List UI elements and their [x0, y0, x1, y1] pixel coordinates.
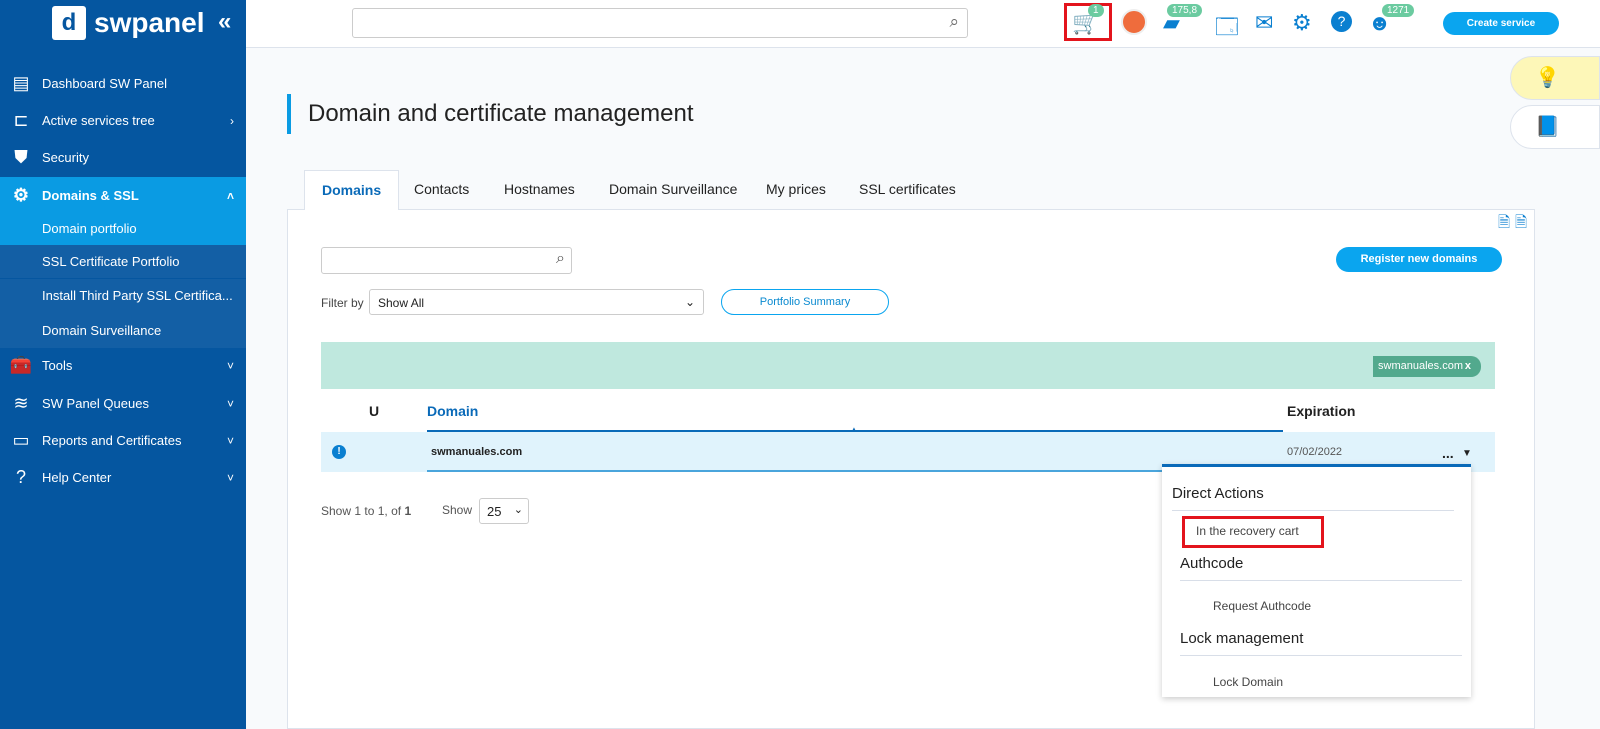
sidebar-item-label: Help Center — [42, 470, 112, 485]
menu-heading-direct-actions: Direct Actions — [1172, 485, 1264, 502]
column-domain[interactable]: Domain — [427, 403, 478, 419]
chevron-down-icon: ˅ — [226, 396, 234, 411]
chip-label: swmanuales.com — [1378, 360, 1463, 372]
more-actions-button[interactable]: ... — [1442, 445, 1454, 461]
logo[interactable]: d swpanel — [52, 6, 204, 40]
sidebar-item-tools[interactable]: 🧰 Tools ˅ — [0, 347, 246, 384]
sidebar-subitem-domain-portfolio[interactable]: Domain portfolio — [0, 212, 246, 245]
help-icon[interactable]: ? — [1331, 11, 1352, 32]
mail-icon[interactable]: ✉ — [1255, 10, 1273, 36]
chevron-up-icon: ˄ — [226, 188, 234, 203]
filter-select[interactable]: Show All ⌄ — [369, 289, 704, 315]
sidebar-item-label: Tools — [42, 358, 73, 373]
toolbox-icon: 🧰 — [9, 355, 33, 375]
certificate-icon: ▭ — [12, 430, 30, 450]
create-service-button[interactable]: Create service — [1443, 12, 1559, 35]
wallet-badge: 175,8 — [1167, 4, 1203, 17]
filter-label: Filter by — [321, 296, 364, 310]
global-search-input[interactable]: ⌕ — [352, 8, 968, 38]
chevron-down-icon: ⌄ — [684, 295, 695, 309]
browser-search-icon[interactable]: 🗔 — [1215, 10, 1239, 48]
pagination-summary: Show 1 to 1, of 1 — [321, 504, 412, 518]
domain-search-input[interactable]: ⌕ — [321, 247, 572, 274]
shield-icon: ⛊ — [14, 147, 28, 167]
tree-icon: ⊏ — [13, 110, 29, 130]
chip-close-icon[interactable]: x — [1465, 356, 1471, 377]
sidebar-item-label: Active services tree — [42, 113, 155, 128]
search-icon[interactable]: ⌕ — [556, 250, 565, 268]
sidebar-item-label: Reports and Certificates — [42, 433, 182, 448]
page-size-label: Show — [442, 503, 473, 517]
menu-item-lock-domain[interactable]: Lock Domain — [1213, 675, 1283, 689]
gear-icon[interactable]: ⚙ — [1292, 10, 1312, 36]
sidebar-item-label: Dashboard SW Panel — [42, 76, 168, 91]
sidebar-item-reports[interactable]: ▭ Reports and Certificates ˅ — [0, 422, 246, 459]
domain-cell[interactable]: swmanuales.com — [431, 446, 522, 458]
menu-item-recovery-cart[interactable]: In the recovery cart — [1196, 524, 1299, 538]
column-u[interactable]: U — [369, 403, 379, 419]
collapse-sidebar-icon[interactable]: « — [218, 8, 231, 36]
avatar[interactable] — [1121, 9, 1147, 35]
export-verified-icon[interactable]: 🗎 — [1515, 212, 1527, 237]
support-badge: 1271 — [1382, 4, 1415, 17]
chevron-right-icon: › — [230, 113, 234, 128]
sidebar: d swpanel « ▤ Dashboard SW Panel ⊏ Active s… — [0, 0, 246, 729]
chevron-down-icon: ˅ — [226, 433, 234, 448]
sidebar-item-dashboard[interactable]: ▤ Dashboard SW Panel — [0, 65, 246, 102]
cart-badge: 1 — [1088, 4, 1104, 17]
gear-www-icon: ⚙ — [12, 185, 30, 205]
column-expiration[interactable]: Expiration — [1287, 403, 1355, 419]
title-accent — [287, 94, 291, 134]
tab-my-prices[interactable]: My prices — [749, 170, 843, 210]
sidebar-subitem-domain-surveillance[interactable]: Domain Surveillance — [0, 312, 246, 348]
register-new-domains-button[interactable]: Register new domains — [1336, 247, 1502, 272]
sidebar-item-active-services-tree[interactable]: ⊏ Active services tree › — [0, 102, 246, 139]
dashboard-icon: ▤ — [12, 73, 30, 93]
filter-value: Show All — [378, 296, 425, 310]
tab-domain-surveillance[interactable]: Domain Surveillance — [592, 170, 754, 210]
logo-text: swpanel — [94, 7, 205, 38]
logo-mark: d — [52, 6, 86, 40]
sidebar-item-domains-ssl[interactable]: ⚙ Domains & SSL ˄ — [0, 177, 246, 214]
chevron-down-icon: ˅ — [226, 358, 234, 373]
book-search-icon[interactable]: 📘 — [1510, 105, 1600, 149]
chevron-down-icon: ⌄ — [513, 504, 523, 516]
tab-hostnames[interactable]: Hostnames — [487, 170, 592, 210]
page-title: Domain and certificate management — [308, 100, 694, 127]
sidebar-item-security[interactable]: ⛊ Security — [0, 139, 246, 176]
actions-dropdown-menu: Direct Actions In the recovery cart Auth… — [1162, 464, 1471, 697]
menu-heading-authcode: Authcode — [1180, 555, 1244, 572]
menu-heading-lock-management: Lock management — [1180, 630, 1304, 647]
menu-item-request-authcode[interactable]: Request Authcode — [1213, 599, 1311, 613]
filter-chip-bar — [321, 342, 1495, 389]
export-document-icon[interactable]: 🗎 — [1498, 212, 1510, 237]
sidebar-subitem-ssl-portfolio[interactable]: SSL Certificate Portfolio — [0, 245, 246, 278]
sidebar-item-label: Domains & SSL — [42, 188, 139, 203]
portfolio-summary-button[interactable]: Portfolio Summary — [721, 289, 889, 315]
tab-contacts[interactable]: Contacts — [397, 170, 486, 210]
sidebar-item-label: SW Panel Queues — [42, 396, 149, 411]
page-size-select[interactable]: 25 ⌄ — [479, 498, 529, 524]
caret-down-icon[interactable]: ▼ — [1462, 448, 1472, 459]
sidebar-item-queues[interactable]: ≋ SW Panel Queues ˅ — [0, 385, 246, 422]
chevron-down-icon: ˅ — [226, 470, 234, 485]
lightbulb-icon[interactable]: 💡 — [1510, 56, 1600, 100]
sidebar-subitem-install-ssl[interactable]: Install Third Party SSL Certifica... — [0, 279, 246, 312]
alert-icon: ! — [332, 445, 346, 459]
search-icon[interactable]: ⌕ — [949, 12, 959, 32]
tab-ssl-certificates[interactable]: SSL certificates — [842, 170, 973, 210]
tab-domains[interactable]: Domains — [304, 170, 400, 210]
sidebar-item-label: Security — [42, 150, 89, 165]
sidebar-item-help[interactable]: ? Help Center ˅ — [0, 459, 246, 496]
filter-chip: swmanuales.com x — [1373, 356, 1481, 377]
layers-icon: ≋ — [13, 393, 29, 413]
help-icon: ? — [15, 467, 26, 487]
expiration-cell: 07/02/2022 — [1287, 446, 1343, 458]
